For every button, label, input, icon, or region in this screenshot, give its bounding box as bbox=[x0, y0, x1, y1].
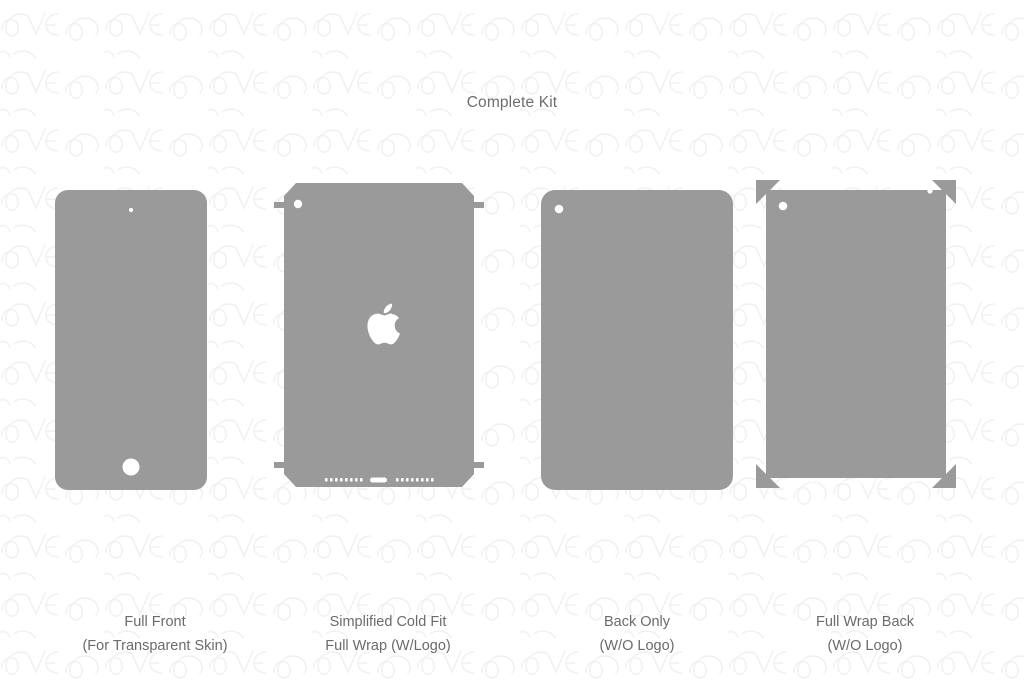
panel-label-line2: Full Wrap (W/Logo) bbox=[325, 638, 451, 654]
rear-camera-hole bbox=[554, 204, 564, 214]
microphone-hole bbox=[927, 188, 933, 194]
speaker-grille-right bbox=[877, 479, 915, 483]
rear-camera-hole bbox=[293, 199, 303, 209]
home-button-circle bbox=[122, 458, 140, 476]
back-skin-body bbox=[541, 190, 733, 490]
panel-label-full-wrap-back: Full Wrap Back (W/O Logo) bbox=[734, 610, 996, 658]
skin-panel-full-front[interactable] bbox=[40, 178, 270, 508]
volume-button-slot-upper bbox=[761, 228, 766, 260]
panel-label-simplified-cold-fit-full-wrap: Simplified Cold Fit Full Wrap (W/Logo) bbox=[257, 610, 519, 658]
full-wrap-back-body bbox=[756, 180, 956, 488]
front-skin-body bbox=[55, 190, 207, 490]
panel-label-line2: (W/O Logo) bbox=[599, 638, 675, 654]
skin-panel-back-only[interactable] bbox=[526, 178, 756, 508]
front-camera-dot bbox=[128, 207, 134, 213]
panel-label-line2: (For Transparent Skin) bbox=[82, 638, 228, 654]
panel-label-line1: Full Front bbox=[124, 614, 186, 630]
panel-label-line2: (W/O Logo) bbox=[827, 638, 903, 654]
volume-button-slot-lower bbox=[761, 395, 766, 412]
panel-label-line1: Simplified Cold Fit bbox=[329, 614, 447, 630]
skin-template-page: Complete Kit Full Front (For Transparent… bbox=[0, 0, 1024, 683]
skin-panel-simplified-cold-fit-full-wrap[interactable] bbox=[274, 178, 508, 508]
skin-panel-full-wrap-back[interactable] bbox=[752, 178, 982, 508]
panel-label-line1: Back Only bbox=[603, 614, 671, 630]
speaker-grille-left bbox=[806, 479, 844, 483]
lightning-port bbox=[851, 478, 868, 484]
lightning-port bbox=[370, 477, 387, 483]
rear-camera-hole bbox=[778, 201, 788, 211]
power-button-slot bbox=[782, 185, 799, 190]
panel-label-back-only: Back Only (W/O Logo) bbox=[506, 610, 768, 658]
panel-label-line1: Full Wrap Back bbox=[815, 614, 915, 630]
page-title: Complete Kit bbox=[466, 94, 558, 111]
panel-label-full-front: Full Front (For Transparent Skin) bbox=[24, 610, 286, 658]
